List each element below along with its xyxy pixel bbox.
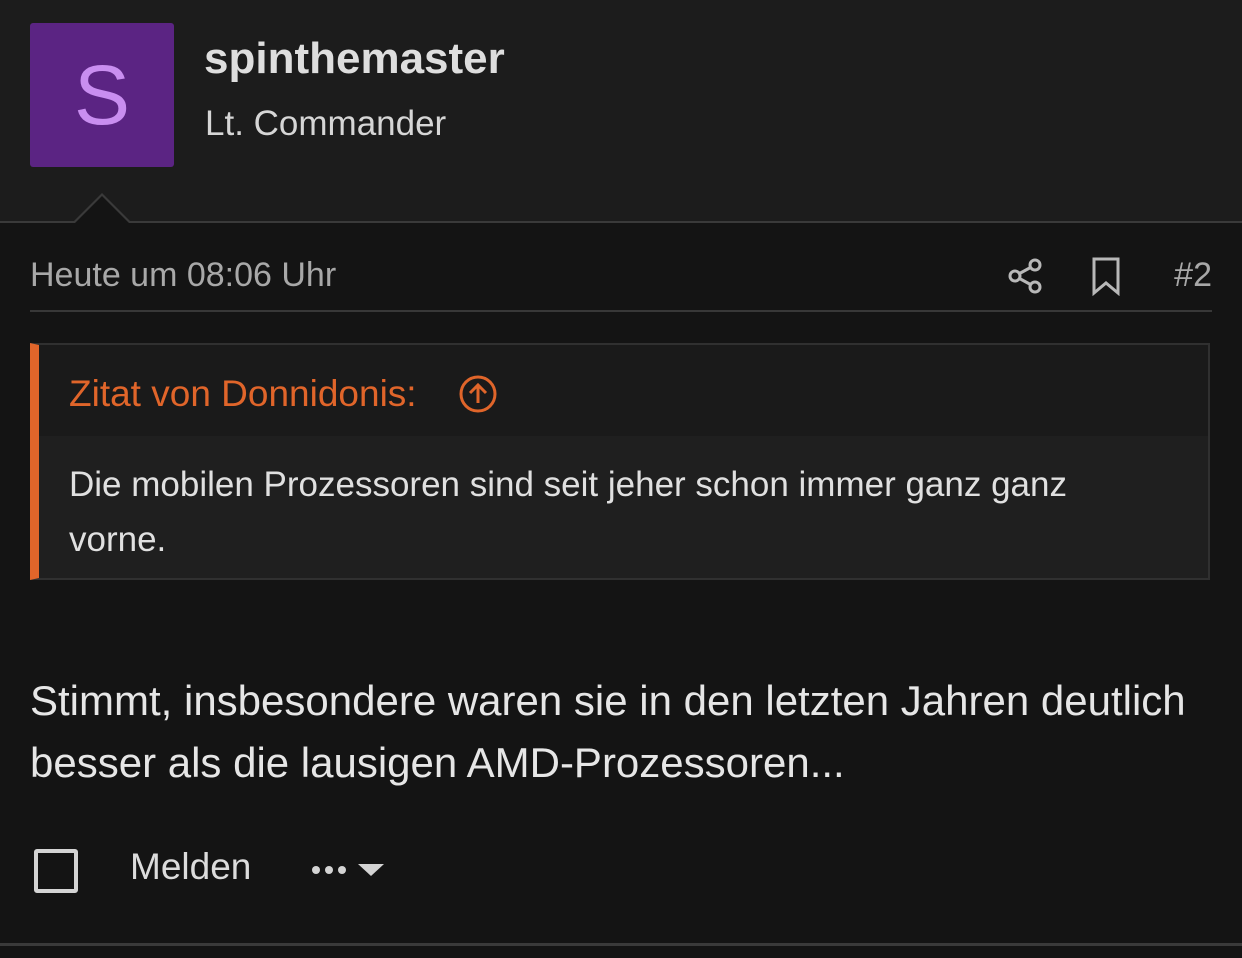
post-divider bbox=[0, 943, 1242, 946]
select-post-checkbox[interactable] bbox=[34, 849, 78, 893]
header-pointer-fill bbox=[74, 196, 130, 224]
post-date[interactable]: Heute um 08:06 Uhr bbox=[30, 256, 336, 295]
user-title: Lt. Commander bbox=[205, 104, 447, 143]
avatar-letter: S bbox=[73, 48, 131, 142]
post-meta-bar: Heute um 08:06 Uhr #2 bbox=[30, 250, 1212, 312]
quote-text: Die mobilen Prozessoren sind seit jeher … bbox=[69, 465, 1067, 559]
report-button[interactable]: Melden bbox=[130, 846, 251, 888]
arrow-up-circle-icon[interactable] bbox=[458, 374, 498, 414]
post-author-header: S spinthemaster Lt. Commander bbox=[0, 0, 1242, 223]
share-icon[interactable] bbox=[1006, 256, 1044, 296]
post-number-link[interactable]: #2 bbox=[1174, 256, 1212, 295]
quote-author-link[interactable]: Zitat von Donnidonis: bbox=[69, 373, 417, 415]
post-actions: Melden bbox=[30, 840, 1212, 900]
quote-block: Zitat von Donnidonis: Die mobilen Prozes… bbox=[30, 343, 1210, 580]
bookmark-icon[interactable] bbox=[1090, 256, 1122, 296]
quote-header: Zitat von Donnidonis: bbox=[39, 345, 1208, 436]
username-link[interactable]: spinthemaster bbox=[204, 34, 505, 84]
more-options-icon[interactable] bbox=[310, 850, 386, 890]
avatar[interactable]: S bbox=[30, 23, 174, 167]
post-body-text: Stimmt, insbesondere waren sie in den le… bbox=[30, 677, 1186, 786]
